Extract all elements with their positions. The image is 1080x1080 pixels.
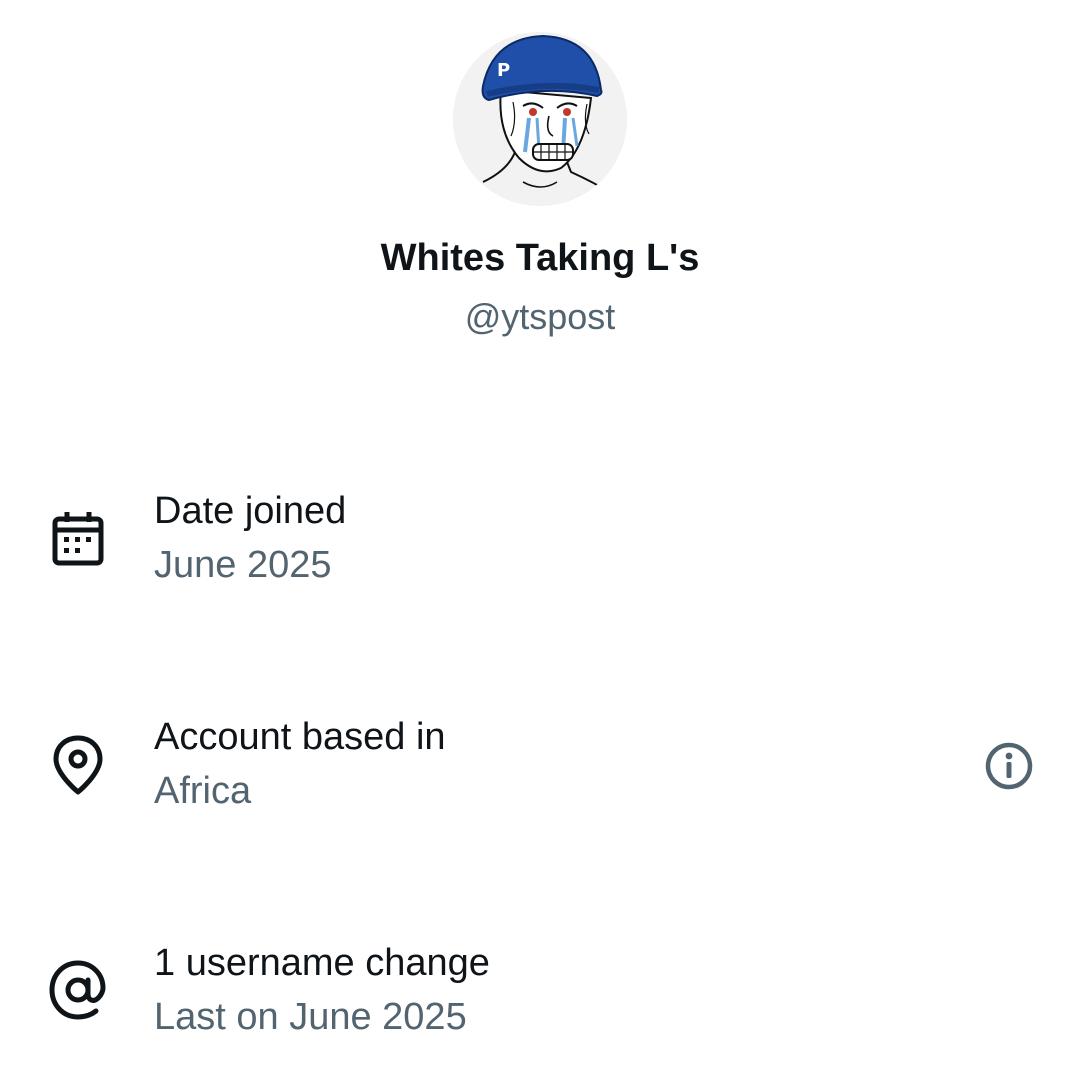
display-name: Whites Taking L's (380, 237, 700, 279)
username-change-row: 1 username change Last on June 2025 (0, 922, 1080, 1062)
date-joined-label: Date joined (154, 490, 347, 532)
svg-text:P: P (497, 60, 510, 81)
info-icon[interactable] (981, 738, 1037, 794)
calendar-icon (46, 506, 110, 570)
account-based-in-row: Account based in Africa (0, 696, 1080, 836)
date-joined-value: June 2025 (154, 544, 332, 586)
avatar[interactable]: P (453, 32, 627, 206)
account-based-in-value: Africa (154, 770, 252, 812)
username-change-label: 1 username change (154, 942, 490, 984)
username-change-value: Last on June 2025 (154, 996, 467, 1038)
profile-header: P Whites Taking L's @ytspost (0, 0, 1080, 360)
at-sign-icon (46, 958, 110, 1022)
date-joined-row: Date joined June 2025 (0, 470, 1080, 610)
location-pin-icon (46, 732, 110, 796)
account-based-in-label: Account based in (154, 716, 446, 758)
avatar-image: P (453, 32, 627, 206)
username-handle: @ytspost (464, 296, 616, 337)
